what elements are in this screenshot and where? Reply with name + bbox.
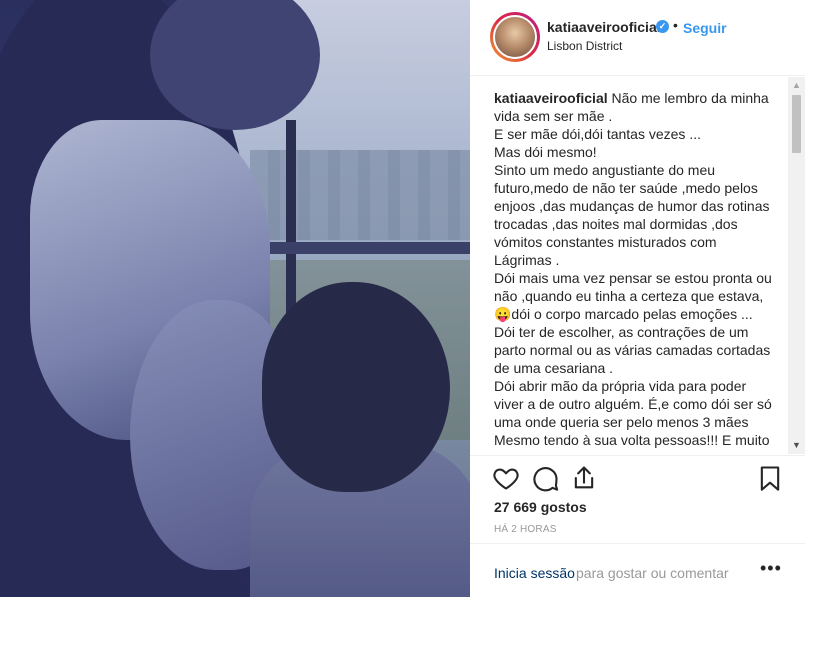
share-icon[interactable] (570, 464, 598, 492)
likes-count[interactable]: 27 669 gostos (494, 499, 587, 515)
caption-line: Mas dói mesmo! (494, 144, 597, 160)
comment-bar: Inicia sessão para gostar ou comentar ••… (470, 543, 805, 597)
heart-icon[interactable] (492, 464, 520, 492)
bookmark-icon[interactable] (756, 464, 784, 492)
post-caption: katiaaveirooficial Não me lembro da minh… (494, 89, 776, 449)
verified-badge-icon: ✓ (656, 20, 669, 33)
caption-scrollbar[interactable]: ▲ ▼ (788, 77, 805, 454)
post-sidebar: katiaaveirooficial ✓ • Seguir Lisbon Dis… (470, 0, 818, 597)
scroll-up-arrow-icon[interactable]: ▲ (788, 77, 805, 94)
caption-scroll-area[interactable]: katiaaveirooficial Não me lembro da minh… (470, 77, 805, 454)
caption-line: Mesmo tendo à sua volta pessoas!!! E mui… (494, 432, 770, 448)
post-photo[interactable] (0, 0, 470, 597)
post-header: katiaaveirooficial ✓ • Seguir Lisbon Dis… (470, 0, 805, 76)
login-link[interactable]: Inicia sessão (494, 565, 575, 581)
caption-username[interactable]: katiaaveirooficial (494, 90, 608, 106)
scrollbar-thumb[interactable] (792, 95, 801, 153)
follow-button[interactable]: Seguir (683, 20, 727, 36)
caption-line: E ser mãe dói,dói tantas vezes ... (494, 126, 701, 142)
caption-line: Dói ter de escolher, as contrações de um… (494, 324, 771, 376)
city-buildings (250, 150, 470, 240)
post-location[interactable]: Lisbon District (547, 39, 622, 53)
post-actions-bar (470, 455, 805, 495)
scroll-down-arrow-icon[interactable]: ▼ (788, 437, 805, 454)
caption-line: Dói abrir mão da própria vida para poder… (494, 378, 772, 430)
comment-icon[interactable] (532, 464, 560, 492)
more-options-icon[interactable]: ••• (760, 558, 782, 579)
post-timestamp[interactable]: HÁ 2 HORAS (494, 524, 557, 535)
avatar[interactable] (493, 15, 537, 59)
boy-head (262, 282, 450, 492)
profile-avatar-ring[interactable] (490, 12, 540, 62)
caption-line: Sinto um medo angustiante do meu futuro,… (494, 162, 770, 268)
post-container: katiaaveirooficial ✓ • Seguir Lisbon Dis… (0, 0, 818, 597)
login-prompt-text: para gostar ou comentar (576, 565, 729, 581)
caption-line: Dói mais uma vez pensar se estou pronta … (494, 270, 772, 322)
profile-username[interactable]: katiaaveirooficial (547, 19, 661, 35)
header-separator: • (673, 17, 678, 33)
